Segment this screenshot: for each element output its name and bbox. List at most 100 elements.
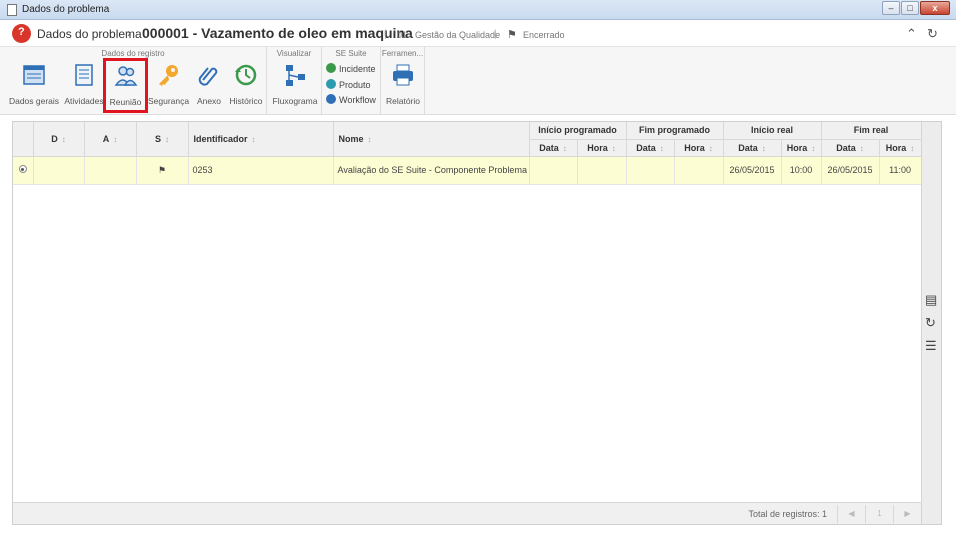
checkered-flag-icon: ⚑: [507, 29, 517, 41]
maximize-button[interactable]: □: [901, 1, 919, 15]
list-icon[interactable]: ☰: [925, 338, 937, 354]
incidente-button[interactable]: Incidente: [326, 63, 376, 74]
group-label: Dados do registro: [101, 49, 165, 58]
sort-icon: ↕: [859, 143, 864, 153]
column-header-nome[interactable]: Nome ↕: [333, 122, 530, 157]
cell-nome: Avaliação do SE Suite - Componente Probl…: [333, 156, 530, 185]
minimize-button[interactable]: –: [882, 1, 900, 15]
app-logo-icon: [12, 24, 31, 43]
workflow-icon: [326, 94, 336, 104]
group-header-inicio-real: Início real: [723, 122, 822, 140]
paperclip-icon: [198, 67, 218, 86]
grid-footer: Total de registros: 1 ◀ 1 ▶: [13, 502, 921, 524]
group-header-fim-programado: Fim programado: [626, 122, 724, 140]
column-header-a[interactable]: A ↕: [84, 122, 137, 157]
window-titlebar: Dados do problema – □ x: [0, 0, 956, 20]
reuniao-button[interactable]: Reunião: [103, 58, 148, 113]
cell-a: [84, 156, 137, 185]
column-header-identificador[interactable]: Identificador ↕: [188, 122, 334, 157]
grid-side-toolbar: ▤ ↻ ☰: [921, 122, 941, 524]
fluxograma-button[interactable]: Fluxograma: [271, 62, 319, 112]
column-header-data[interactable]: Data ↕: [529, 139, 578, 157]
next-page-button[interactable]: ▶: [893, 505, 921, 523]
column-header-d[interactable]: D ↕: [33, 122, 85, 157]
dados-gerais-button[interactable]: Dados gerais: [8, 62, 60, 112]
sort-icon: ↕: [562, 143, 567, 153]
document-icon: [7, 4, 17, 16]
status-label: Encerrado: [523, 30, 565, 40]
separator: |: [494, 29, 497, 40]
column-header-hora[interactable]: Hora ↕: [674, 139, 724, 157]
group-label: Visualizar: [276, 49, 312, 58]
group-header-fim-real: Fim real: [821, 122, 922, 140]
column-header-hora[interactable]: Hora ↕: [879, 139, 922, 157]
sort-icon: ↕: [761, 143, 766, 153]
sort-icon: ↕: [61, 134, 66, 144]
cell-identificador: 0253: [188, 156, 334, 185]
toolbar-group-se-suite: SE Suite Incidente Produto Workflow: [322, 47, 381, 115]
history-clock-icon: [235, 64, 257, 86]
radio-icon: [18, 165, 27, 173]
sort-icon: ↕: [251, 134, 256, 144]
window-title: Dados do problema: [22, 4, 110, 15]
meeting-people-icon: [114, 66, 137, 86]
view-icon[interactable]: ▤: [925, 292, 937, 308]
key-icon: [159, 65, 178, 86]
cell-d: [33, 156, 85, 185]
cell-inicio-prog-data: [529, 156, 578, 185]
cell-fim-real-data: 26/05/2015: [821, 156, 880, 185]
group-header-inicio-programado: Início programado: [529, 122, 627, 140]
prev-page-button[interactable]: ◀: [837, 505, 865, 523]
row-select-radio[interactable]: [13, 156, 34, 185]
column-header-hora[interactable]: Hora ↕: [781, 139, 822, 157]
grid-body: D ↕ A ↕ S ↕ Identificador ↕ Nome ↕ Início pro…: [13, 122, 922, 522]
cell-fim-prog-hora: [674, 156, 724, 185]
toolbar-group-visualizar: Visualizar Fluxograma: [267, 47, 322, 115]
seguranca-button[interactable]: Segurança: [148, 62, 189, 112]
sort-icon: ↕: [910, 143, 915, 153]
checkered-flag-icon: ⚑: [136, 156, 189, 185]
cell-inicio-real-hora: 10:00: [781, 156, 822, 185]
column-header-data[interactable]: Data ↕: [723, 139, 782, 157]
sort-icon: ↕: [165, 134, 169, 144]
data-table: D ↕ A ↕ S ↕ Identificador ↕ Nome ↕ Início pro…: [13, 122, 922, 185]
process-label: 01 - Gestão da Qualidade: [397, 30, 501, 40]
historico-button[interactable]: Histórico: [228, 62, 264, 112]
produto-button[interactable]: Produto: [326, 79, 371, 90]
window-controls: – □ x: [882, 1, 950, 15]
activities-grid: D ↕ A ↕ S ↕ Identificador ↕ Nome ↕ Início pro…: [12, 121, 942, 525]
sort-icon: ↕: [611, 143, 616, 153]
form-icon: [23, 65, 45, 85]
incident-icon: [326, 63, 336, 73]
column-header-hora[interactable]: Hora ↕: [577, 139, 627, 157]
toolbar-group-dados-do-registro: Dados do registro Dados gerais Atividade…: [0, 47, 267, 115]
column-header-data[interactable]: Data ↕: [821, 139, 880, 157]
cell-fim-prog-data: [626, 156, 675, 185]
toolbar-group-ferramentas: Ferramen... Relatório: [381, 47, 425, 115]
relatorio-button[interactable]: Relatório: [385, 62, 421, 112]
checklist-icon: [75, 64, 93, 86]
cell-inicio-real-data: 26/05/2015: [723, 156, 782, 185]
cell-fim-real-hora: 11:00: [879, 156, 922, 185]
collapse-icon[interactable]: ⌃: [906, 26, 917, 42]
sort-icon: ↕: [811, 143, 816, 153]
refresh-icon[interactable]: ↻: [927, 26, 938, 42]
close-button[interactable]: x: [920, 1, 950, 15]
product-icon: [326, 79, 336, 89]
chevron-right-icon: ›: [127, 26, 131, 40]
group-label: Ferramen...: [381, 49, 424, 58]
page-number: 1: [865, 505, 893, 523]
workflow-button[interactable]: Workflow: [326, 94, 376, 105]
atividades-button[interactable]: Atividades: [63, 62, 105, 112]
record-title: 000001 - Vazamento de oleo em maquina: [142, 25, 413, 41]
column-header-data[interactable]: Data ↕: [626, 139, 675, 157]
refresh-icon[interactable]: ↻: [925, 315, 936, 331]
table-row[interactable]: ⚑ 0253 Avaliação do SE Suite - Component…: [13, 156, 922, 185]
flowchart-icon: [286, 65, 305, 86]
select-column-header: [13, 122, 34, 157]
column-header-s[interactable]: S ↕: [136, 122, 189, 157]
printer-icon: [393, 64, 413, 86]
record-header: Dados do problema › 000001 - Vazamento d…: [0, 20, 956, 47]
separator: |: [384, 29, 387, 40]
anexo-button[interactable]: Anexo: [192, 62, 226, 112]
